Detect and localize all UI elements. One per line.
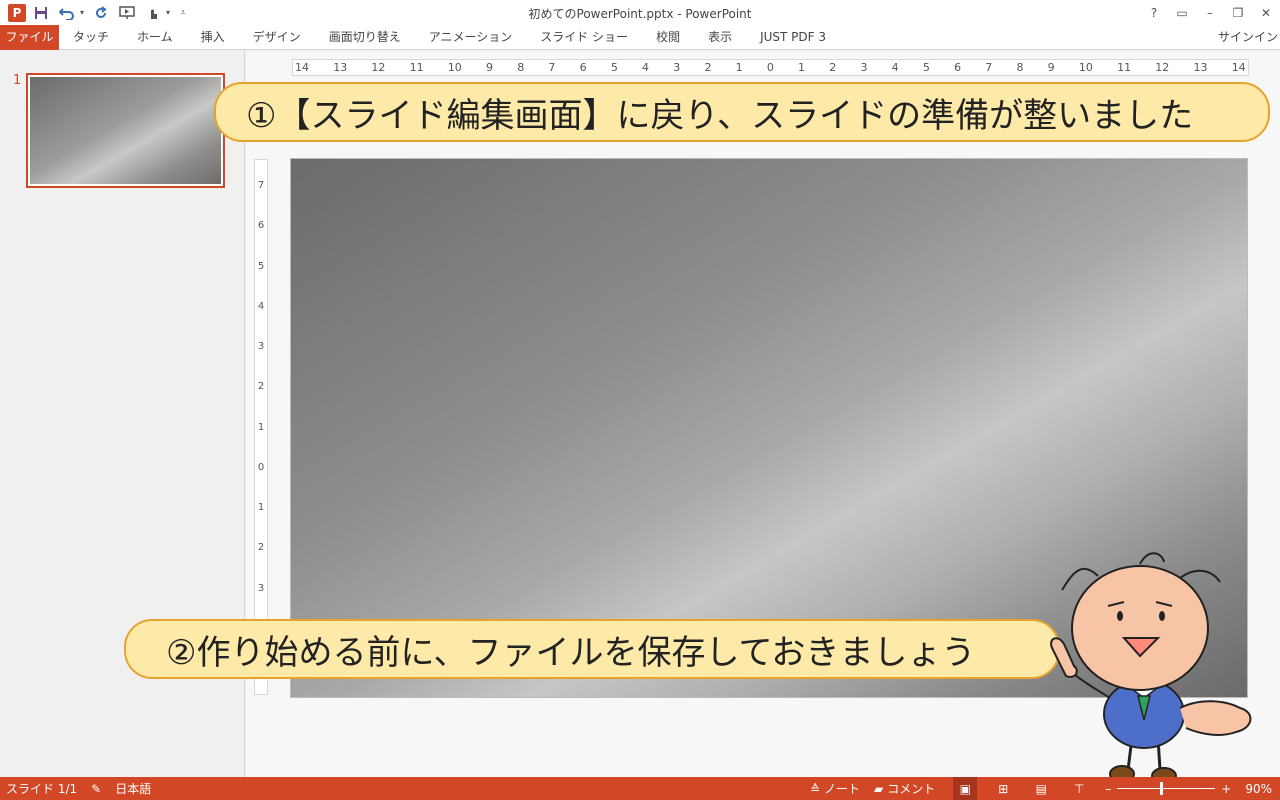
ruler-tick-label: 5 (922, 61, 930, 74)
tab-just-pdf[interactable]: JUST PDF 3 (746, 25, 840, 50)
tab-file[interactable]: ファイル (0, 24, 59, 50)
ruler-tick-label: 2 (704, 61, 712, 74)
ruler-tick-label: 14 (295, 61, 309, 74)
notes-icon: ≙ (809, 781, 820, 796)
slide-position-text: スライド 1/1 (6, 782, 78, 796)
ruler-tick-label: 8 (1016, 61, 1024, 74)
tab-transitions[interactable]: 画面切り替え (315, 25, 415, 50)
help-icon[interactable]: ? (1140, 6, 1168, 20)
tab-insert[interactable]: 挿入 (187, 25, 239, 50)
tab-review[interactable]: 校閲 (642, 25, 694, 50)
ruler-tick-label: 3 (257, 582, 265, 594)
ruler-tick-label: 12 (1155, 61, 1170, 74)
ruler-tick-label: 3 (860, 61, 868, 74)
tab-design[interactable]: デザイン (239, 25, 315, 50)
slideshow-view-icon[interactable]: ⊤ (1067, 777, 1091, 800)
restore-icon[interactable]: ❐ (1224, 6, 1252, 20)
ruler-tick-label: 10 (1078, 61, 1093, 74)
slide-sorter-view-icon[interactable]: ⊞ (991, 777, 1015, 800)
ruler-tick-label: 13 (333, 61, 348, 74)
ruler-tick-label: 1 (798, 61, 806, 74)
ruler-tick-label: 2 (257, 542, 265, 554)
ribbon-tabs: ファイル タッチ ホーム 挿入 デザイン 画面切り替え アニメーション スライド… (0, 24, 1280, 50)
comments-label: コメント (887, 782, 936, 796)
language-indicator[interactable]: 日本語 (115, 780, 151, 797)
ruler-tick-label: 13 (1193, 61, 1208, 74)
ruler-tick-label: 9 (1047, 61, 1055, 74)
ruler-tick-label: 8 (517, 61, 525, 74)
instruction-callout-step2: ②作り始める前に、ファイルを保存しておきましょう (124, 619, 1060, 679)
zoom-in-icon[interactable]: + (1221, 782, 1231, 796)
comments-button[interactable]: ▰ コメント (874, 780, 935, 797)
slide-thumbnail[interactable] (26, 73, 225, 188)
normal-view-icon[interactable]: ▣ (953, 777, 978, 800)
ruler-tick-label: 2 (257, 381, 265, 393)
ruler-tick-label: 7 (257, 180, 265, 191)
status-bar: スライド 1/1 ✎ 日本語 ≙ ノート ▰ コメント ▣ ⊞ ▤ ⊤ – + … (0, 777, 1280, 800)
ruler-tick-label: 3 (673, 61, 681, 74)
zoom-slider-thumb[interactable] (1160, 782, 1164, 795)
tab-touch[interactable]: タッチ (59, 25, 123, 50)
tab-home[interactable]: ホーム (123, 25, 187, 50)
ruler-tick-label: 4 (642, 61, 650, 74)
ruler-tick-label: 4 (257, 300, 265, 312)
title-bar: P ▾ ▾ ⩡ 初めてのPowerPoint.pptx - PowerPoint… (0, 0, 1280, 25)
ruler-tick-label: 5 (257, 260, 265, 272)
zoom-slider[interactable] (1117, 782, 1216, 795)
thumbnail-preview (30, 77, 221, 184)
notes-label: ノート (824, 782, 861, 796)
horizontal-ruler: 14 13 12 11 10 9 8 7 6 5 4 3 2 1 0 1 2 3 4 5 6 7 8 9 10 11 12 13 14 (292, 59, 1249, 76)
zoom-out-icon[interactable]: – (1105, 782, 1111, 796)
reading-view-icon[interactable]: ▤ (1029, 777, 1053, 800)
vertical-ruler: 7654321012345 (254, 159, 268, 695)
ruler-tick-label: 5 (610, 61, 618, 74)
ruler-tick-label: 2 (829, 61, 837, 74)
ruler-tick-label: 4 (891, 61, 899, 74)
ruler-tick-label: 6 (257, 220, 265, 232)
mascot-illustration (1050, 552, 1252, 785)
ruler-tick-label: 10 (447, 61, 462, 74)
ruler-tick-label: 14 (1231, 61, 1246, 74)
ruler-tick-label: 6 (954, 61, 962, 74)
instruction-callout-step1: ①【スライド編集画面】に戻り、スライドの準備が整いました (214, 82, 1270, 142)
comment-icon: ▰ (874, 781, 884, 796)
ruler-tick-label: 9 (486, 61, 494, 74)
window-title: 初めてのPowerPoint.pptx - PowerPoint (528, 7, 752, 21)
ruler-tick-label: 3 (257, 341, 265, 352)
ruler-tick-label: 6 (579, 61, 587, 74)
tab-animations[interactable]: アニメーション (415, 25, 527, 50)
zoom-level[interactable]: 90% (1245, 782, 1272, 796)
thumbnail-slide-number: 1 (13, 73, 22, 88)
ruler-tick-label: 0 (257, 461, 265, 473)
ruler-tick-label: 1 (735, 61, 743, 74)
ruler-tick-label: 1 (257, 502, 265, 513)
tab-view[interactable]: 表示 (694, 25, 746, 50)
window-controls: ? ▭ – ❐ ✕ (1140, 0, 1280, 25)
ruler-tick-label: 7 (985, 61, 993, 74)
spelling-check-icon[interactable]: ✎ (91, 782, 101, 796)
ruler-tick-label: 0 (766, 61, 774, 74)
ruler-tick-label: 11 (409, 61, 424, 74)
ruler-tick-label: 1 (257, 421, 265, 433)
close-icon[interactable]: ✕ (1252, 6, 1280, 20)
signin-link[interactable]: サインイン (1218, 25, 1280, 50)
tab-slideshow[interactable]: スライド ショー (526, 25, 642, 50)
minimize-icon[interactable]: – (1196, 6, 1224, 20)
notes-button[interactable]: ≙ ノート (810, 780, 860, 797)
ribbon-display-options-icon[interactable]: ▭ (1168, 6, 1196, 20)
ruler-tick-label: 11 (1117, 61, 1132, 74)
ruler-tick-label: 7 (548, 61, 556, 74)
ruler-tick-label: 12 (371, 61, 386, 74)
